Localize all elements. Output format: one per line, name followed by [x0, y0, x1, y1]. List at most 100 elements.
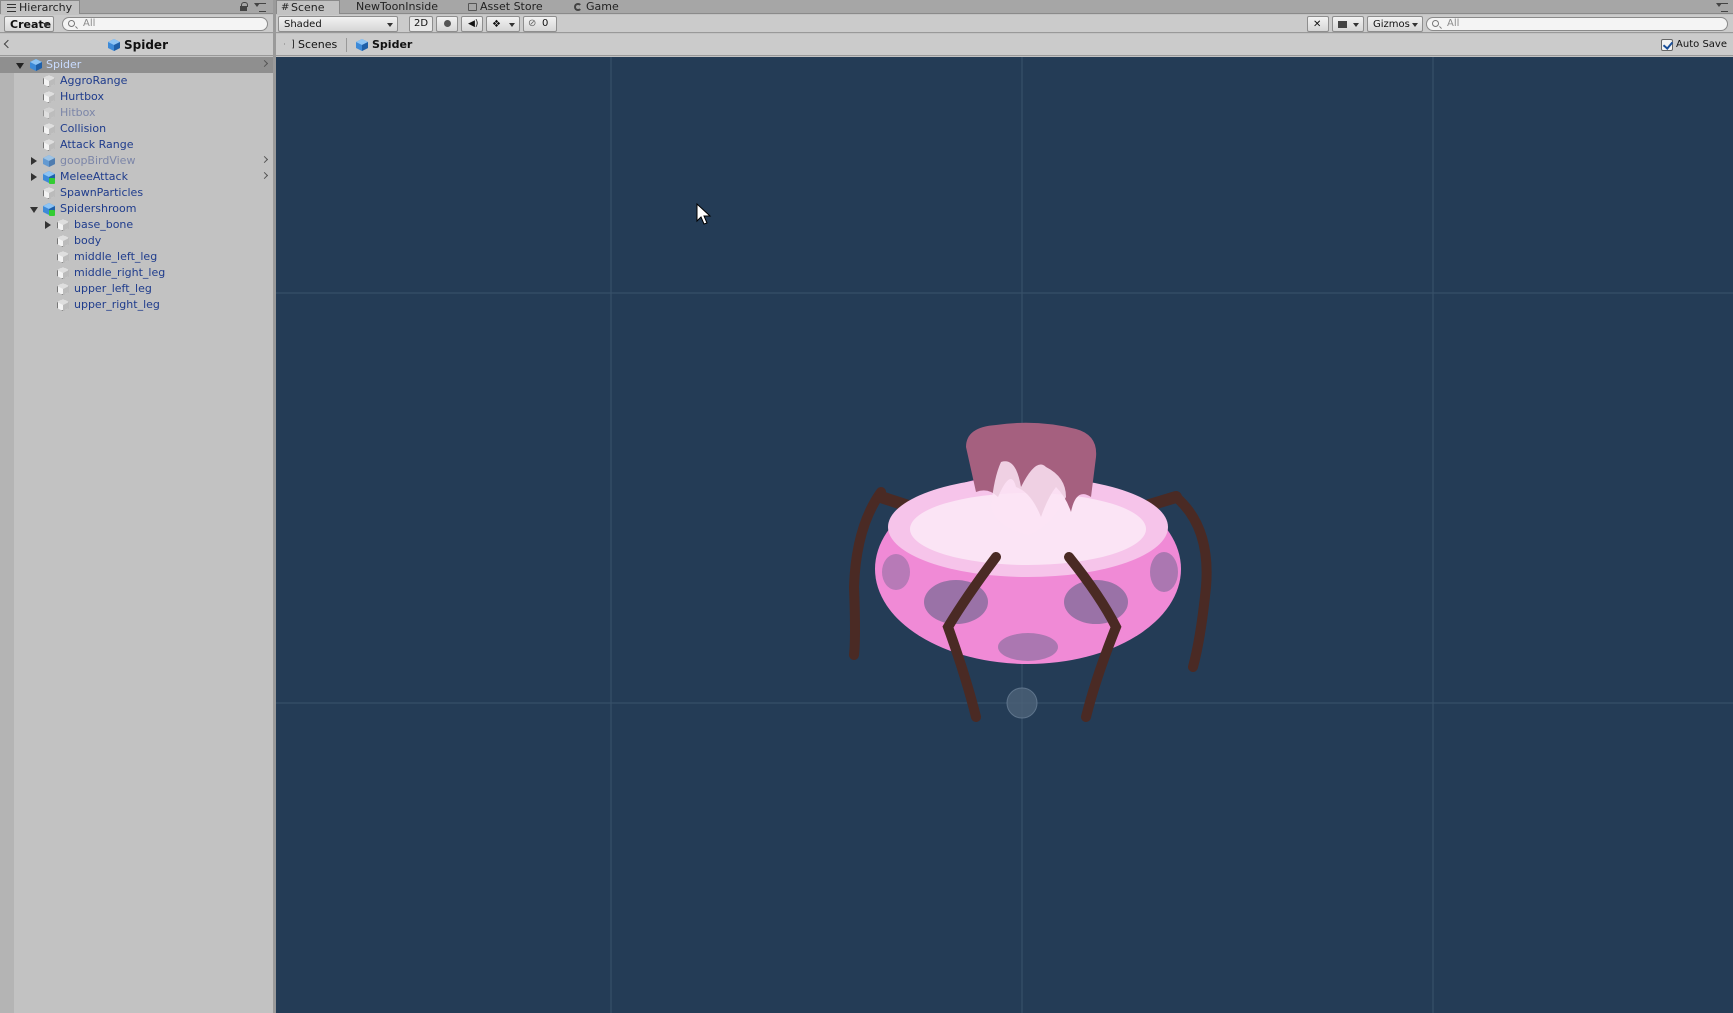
tree-item-label: Hurtbox [60, 90, 104, 103]
tree-item-label: SpawnParticles [60, 186, 144, 199]
tree-item-goopbirdview[interactable]: goopBirdView [0, 153, 273, 169]
create-dropdown[interactable]: Create [4, 16, 54, 32]
camera-dropdown[interactable] [1332, 16, 1364, 32]
gameobject-icon [57, 235, 69, 247]
scene-tabstrip: # Scene NewToonInside Asset Store Game [276, 0, 1733, 14]
tree-item-collision[interactable]: Collision [0, 121, 273, 137]
tab-hierarchy[interactable]: Hierarchy [0, 0, 80, 14]
tab-asset-store[interactable]: Asset Store [468, 0, 543, 14]
eye-slash-icon: ⊘ [528, 18, 537, 29]
gameobject-icon [43, 75, 55, 87]
speaker-icon: ◀) [468, 19, 479, 29]
hidden-objects-toggle[interactable]: ⊘ 0 [523, 16, 557, 32]
scene-panel: # Scene NewToonInside Asset Store Game S… [276, 0, 1733, 1013]
chevron-right-icon[interactable] [260, 59, 269, 68]
prefab-title: Spider [124, 38, 168, 52]
gameobject-icon [43, 123, 55, 135]
tree-item-spider[interactable]: Spider [0, 57, 273, 73]
lightbulb-icon [444, 20, 451, 27]
expand-arrow-icon[interactable] [31, 157, 37, 165]
gizmos-label: Gizmos [1373, 19, 1410, 30]
tree-item-meleeattack[interactable]: MeleeAttack [0, 169, 273, 185]
panel-menu-icon[interactable] [254, 3, 266, 12]
tab-game-label: Game [586, 0, 619, 13]
create-label: Create [10, 18, 52, 31]
chevron-down-icon [509, 23, 515, 27]
toggle-2d-button[interactable]: 2D [409, 16, 433, 32]
tree-item-attack-range[interactable]: Attack Range [0, 137, 273, 153]
tab-newtooninside[interactable]: NewToonInside [356, 0, 438, 14]
prefab-cube-icon [30, 59, 42, 71]
chevron-right-icon[interactable] [260, 171, 269, 180]
tree-item-body[interactable]: body [0, 233, 273, 249]
expand-arrow-icon[interactable] [45, 221, 51, 229]
grid-icon: # [281, 2, 290, 13]
tree-item-aggrorange[interactable]: AggroRange [0, 73, 273, 89]
tab-game[interactable]: Game [574, 0, 619, 14]
tree-item-hurtbox[interactable]: Hurtbox [0, 89, 273, 105]
tree-item-spawnparticles[interactable]: SpawnParticles [0, 185, 273, 201]
tab-asset-store-label: Asset Store [480, 0, 543, 13]
expand-arrow-icon[interactable] [16, 63, 24, 69]
lock-icon[interactable] [240, 2, 248, 11]
chevron-right-icon[interactable] [260, 155, 269, 164]
breadcrumb-divider [346, 38, 347, 52]
hierarchy-search-input[interactable]: All [62, 17, 268, 31]
pivot-handle [1006, 687, 1038, 719]
store-icon [468, 3, 477, 11]
shading-mode-value: Shaded [284, 19, 322, 30]
tools-toggle[interactable]: ✕ [1307, 16, 1329, 32]
search-icon [1432, 20, 1439, 27]
auto-save-toggle[interactable]: Auto Save [1661, 39, 1727, 51]
tree-item-spidershroom[interactable]: Spidershroom [0, 201, 273, 217]
auto-save-checkbox[interactable] [1661, 39, 1674, 51]
scene-search-input[interactable]: All [1426, 17, 1728, 31]
spider-spot [1150, 552, 1178, 592]
expand-arrow-icon[interactable] [31, 173, 37, 181]
added-badge-icon [49, 178, 55, 184]
lighting-toggle[interactable] [436, 16, 458, 32]
gameobject-icon [57, 219, 69, 231]
scene-canvas[interactable] [276, 57, 1733, 1013]
hidden-count: 0 [542, 18, 549, 29]
effects-icon: ❖ [492, 19, 501, 30]
tree-item-upper-left-leg[interactable]: upper_left_leg [0, 281, 273, 297]
hierarchy-toolbar: Create All [0, 15, 273, 33]
tab-hierarchy-label: Hierarchy [19, 1, 73, 14]
tree-item-middle-left-leg[interactable]: middle_left_leg [0, 249, 273, 265]
gizmos-dropdown[interactable]: Gizmos [1367, 16, 1423, 32]
tools-icon: ✕ [1313, 19, 1322, 30]
gameobject-icon [43, 187, 55, 199]
scene-breadcrumb-bar: Scenes Spider Auto Save [276, 34, 1733, 56]
tree-item-label: body [74, 234, 102, 247]
auto-save-label: Auto Save [1676, 39, 1727, 50]
tab-scene-label: Scene [291, 1, 325, 14]
audio-toggle[interactable]: ◀) [461, 16, 483, 32]
hierarchy-tabstrip: Hierarchy [0, 0, 273, 14]
search-icon [68, 20, 75, 27]
effects-dropdown[interactable]: ❖ [486, 16, 520, 32]
tree-item-hitbox[interactable]: Hitbox [0, 105, 273, 121]
tree-item-label: MeleeAttack [60, 170, 128, 183]
hierarchy-search-placeholder: All [83, 18, 96, 29]
tree-item-label: AggroRange [60, 74, 128, 87]
gameobject-icon [57, 251, 69, 263]
tree-item-label: base_bone [74, 218, 134, 231]
tree-item-middle-right-leg[interactable]: middle_right_leg [0, 265, 273, 281]
tree-item-label: middle_right_leg [74, 266, 166, 279]
back-arrow-icon[interactable] [3, 39, 13, 49]
tree-item-label: upper_left_leg [74, 282, 152, 295]
tree-item-base-bone[interactable]: base_bone [0, 217, 273, 233]
hierarchy-panel: Hierarchy Create All Spider Spider Aggro… [0, 0, 273, 1013]
expand-arrow-icon[interactable] [30, 207, 38, 213]
scene-viewport[interactable] [276, 57, 1733, 1013]
tree-item-label: Attack Range [60, 138, 134, 151]
tree-item-upper-right-leg[interactable]: upper_right_leg [0, 297, 273, 313]
shading-mode-dropdown[interactable]: Shaded [278, 16, 398, 32]
chevron-down-icon [1353, 23, 1359, 27]
tab-scene[interactable]: # Scene [276, 0, 340, 14]
breadcrumb-prefab[interactable]: Spider [372, 38, 412, 51]
breadcrumb-scenes[interactable]: Scenes [298, 38, 337, 51]
panel-menu-icon[interactable] [1716, 3, 1728, 12]
tree-item-label: Spidershroom [60, 202, 137, 215]
